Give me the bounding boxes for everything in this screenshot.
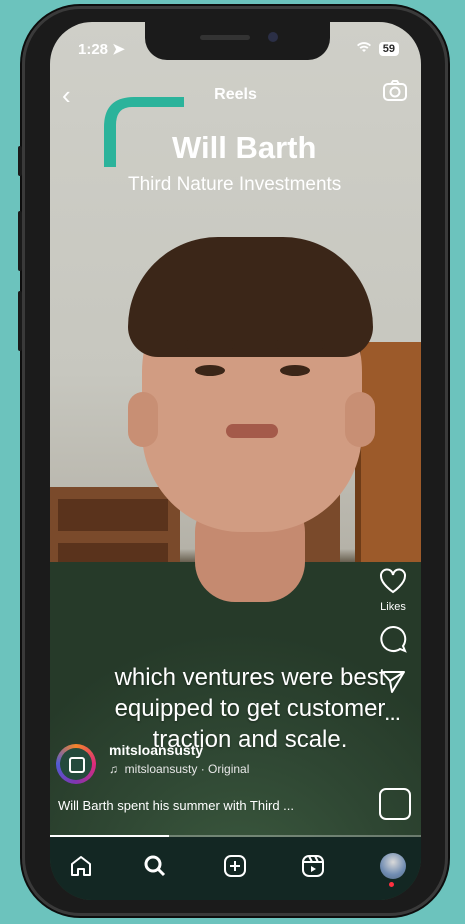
battery-badge: 59 bbox=[378, 41, 399, 56]
audio-track[interactable]: ♫ mitsloansusty · Original bbox=[109, 762, 249, 776]
reel-screen[interactable]: 1:28 ➤ 59 ‹ Reels Will Barth Third Natur… bbox=[50, 22, 421, 900]
status-right: 59 bbox=[356, 40, 399, 57]
likes-label: Likes bbox=[380, 601, 406, 613]
reel-description[interactable]: Will Barth spent his summer with Third .… bbox=[58, 798, 358, 813]
create-icon[interactable] bbox=[220, 851, 250, 881]
remix-icon[interactable] bbox=[379, 788, 411, 820]
avatar-logo bbox=[69, 757, 85, 773]
speaker-company: Third Nature Investments bbox=[128, 174, 342, 195]
location-icon: ➤ bbox=[112, 41, 125, 58]
speaker-name: Will Barth bbox=[172, 130, 317, 165]
camera-icon[interactable] bbox=[383, 80, 407, 101]
avatar[interactable] bbox=[56, 744, 96, 784]
wifi-icon bbox=[356, 40, 372, 57]
home-icon[interactable] bbox=[66, 851, 96, 881]
search-icon[interactable] bbox=[140, 851, 170, 881]
like-action[interactable]: Likes bbox=[371, 568, 415, 613]
bottom-nav bbox=[50, 837, 421, 900]
reels-icon[interactable] bbox=[298, 851, 328, 881]
profile-avatar bbox=[380, 853, 406, 879]
heart-icon[interactable] bbox=[379, 568, 407, 594]
account-row: mitsloansusty ♫ mitsloansusty · Original bbox=[56, 740, 356, 790]
account-handle[interactable]: mitsloansusty bbox=[109, 742, 203, 758]
notification-dot bbox=[389, 882, 394, 887]
side-button-volume-up bbox=[18, 211, 22, 271]
audio-label: mitsloansusty · Original bbox=[124, 762, 250, 776]
comment-icon[interactable] bbox=[379, 625, 407, 653]
side-button-mute bbox=[18, 146, 22, 176]
music-icon: ♫ bbox=[109, 762, 118, 776]
avatar-inner bbox=[60, 748, 92, 780]
side-button-volume-down bbox=[18, 291, 22, 351]
reel-overlay: 1:28 ➤ 59 ‹ Reels Will Barth Third Natur… bbox=[50, 22, 421, 900]
status-time: 1:28 ➤ bbox=[78, 41, 125, 58]
profile-icon[interactable] bbox=[378, 851, 408, 887]
status-bar: 1:28 ➤ 59 bbox=[78, 40, 399, 62]
comment-action[interactable] bbox=[371, 625, 415, 658]
